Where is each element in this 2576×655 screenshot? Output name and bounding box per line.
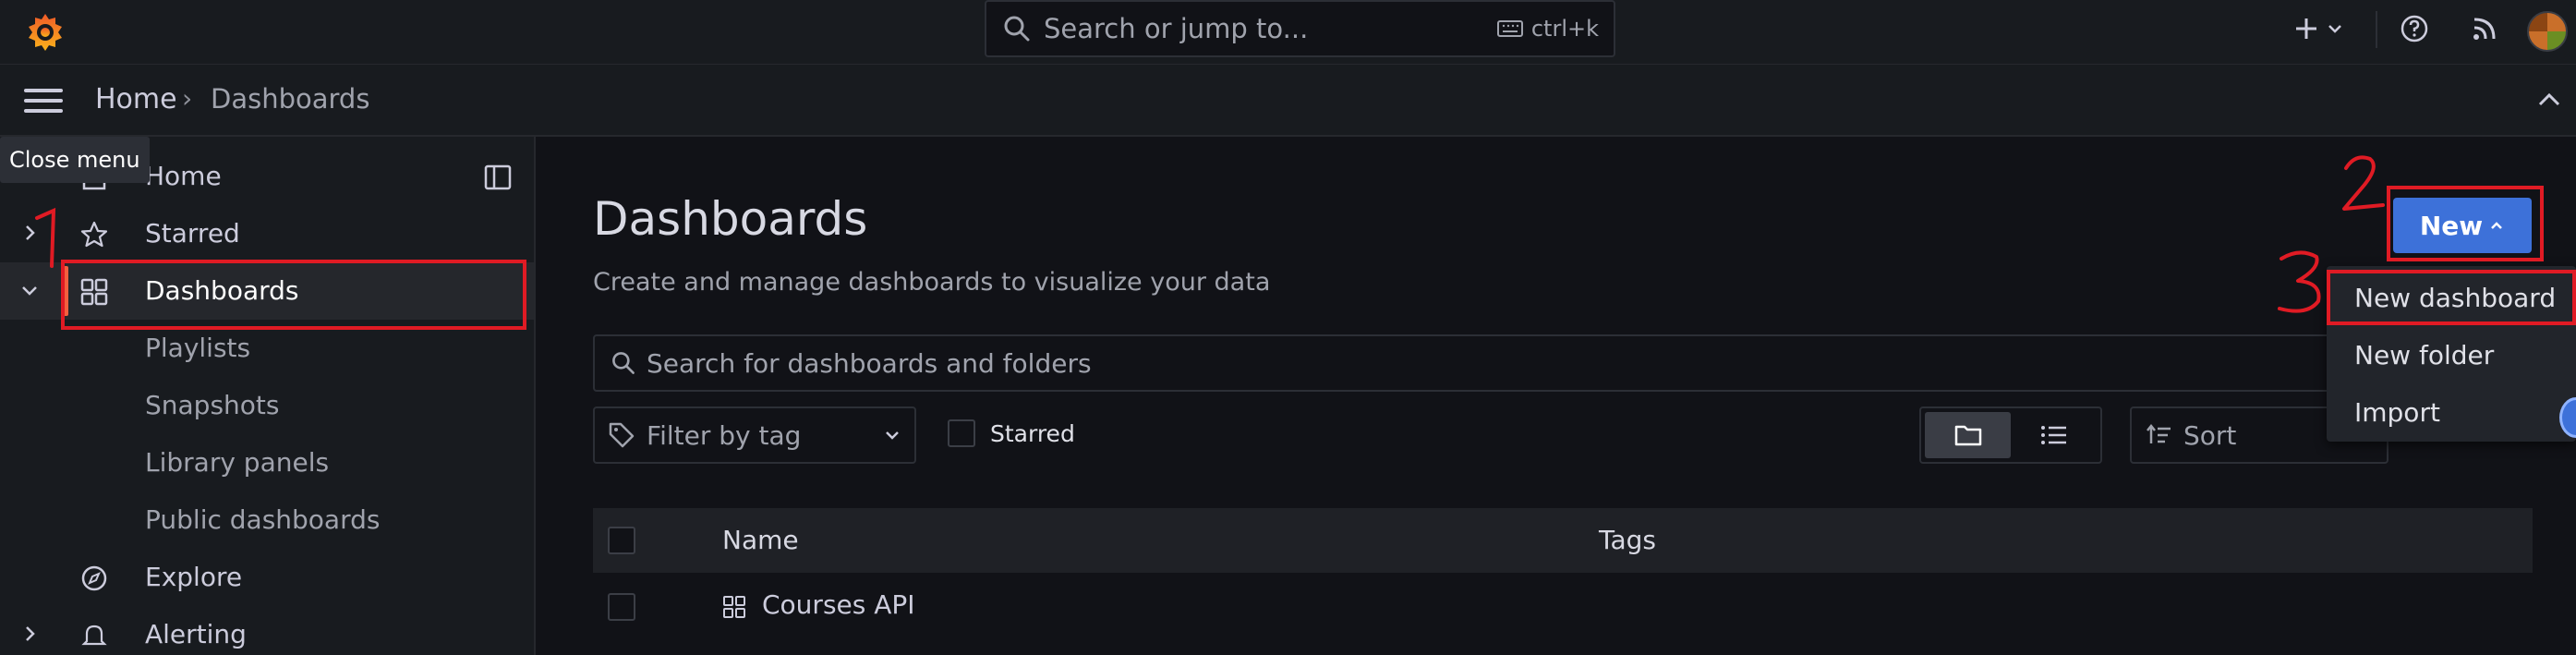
- sidebar-item-label: Explore: [145, 562, 243, 592]
- top-bar: Search or jump to... ctrl+k: [0, 0, 2576, 65]
- sidebar-item-label: Playlists: [145, 333, 251, 363]
- compass-icon: [81, 565, 107, 591]
- sidebar-item-label: Home: [145, 161, 222, 191]
- sort-placeholder: Sort: [2183, 419, 2237, 451]
- sidebar-item-alerting[interactable]: Alerting: [0, 606, 534, 655]
- menu-item-new-dashboard[interactable]: New dashboard: [2354, 283, 2556, 313]
- new-dropdown-menu: New dashboard New folder Import: [2327, 266, 2576, 442]
- news-feed-button[interactable]: [2471, 0, 2498, 57]
- breadcrumb-current: Dashboards: [211, 83, 370, 115]
- chevron-up-icon[interactable]: [2535, 89, 2563, 111]
- table-header: Name Tags: [593, 508, 2533, 573]
- select-all-checkbox[interactable]: [608, 527, 635, 554]
- keyboard-icon: [1496, 20, 1523, 37]
- menu-item-import[interactable]: Import: [2354, 397, 2440, 428]
- close-menu-tooltip: Close menu: [0, 137, 150, 183]
- list-icon: [2040, 426, 2066, 444]
- keyboard-shortcut: ctrl+k: [1496, 16, 1599, 42]
- avatar[interactable]: [2527, 11, 2568, 52]
- column-header-tags: Tags: [1599, 525, 1656, 555]
- view-toggle: [1919, 406, 2102, 464]
- new-button[interactable]: New: [2393, 198, 2532, 253]
- help-icon: [2401, 15, 2428, 42]
- sidebar-item-label: Snapshots: [145, 390, 280, 420]
- sidebar-item-starred[interactable]: Starred: [0, 205, 534, 262]
- sidebar-item-library-panels[interactable]: Library panels: [0, 434, 534, 491]
- dashboard-search-input[interactable]: Search for dashboards and folders: [593, 334, 2519, 392]
- help-button[interactable]: [2400, 0, 2429, 57]
- folder-view-button[interactable]: [1925, 412, 2011, 458]
- divider: [2376, 11, 2377, 48]
- search-icon: [612, 352, 635, 374]
- breadcrumb-separator: ›: [182, 83, 193, 114]
- starred-filter[interactable]: Starred: [948, 419, 1075, 447]
- row-checkbox[interactable]: [608, 593, 635, 621]
- table-row[interactable]: Courses API: [593, 573, 2533, 639]
- sidebar: Home Starred Dashboards Playlists Snapsh…: [0, 137, 536, 655]
- sidebar-item-playlists[interactable]: Playlists: [0, 320, 534, 377]
- star-icon: [80, 221, 108, 248]
- breadcrumb-home[interactable]: Home: [95, 83, 177, 115]
- page-title: Dashboards: [593, 192, 868, 246]
- sidebar-item-label: Library panels: [145, 447, 330, 478]
- tag-filter-placeholder: Filter by tag: [647, 419, 802, 451]
- sidebar-item-public-dashboards[interactable]: Public dashboards: [0, 491, 534, 549]
- add-menu-button[interactable]: [2292, 0, 2344, 57]
- breadcrumb-bar: Home › Dashboards: [0, 65, 2576, 137]
- tag-filter-select[interactable]: Filter by tag: [593, 406, 916, 464]
- list-view-button[interactable]: [2011, 412, 2097, 458]
- column-header-name[interactable]: Name: [722, 525, 799, 555]
- sidebar-item-snapshots[interactable]: Snapshots: [0, 377, 534, 434]
- sidebar-item-label: Public dashboards: [145, 504, 381, 535]
- sidebar-item-explore[interactable]: Explore: [0, 549, 534, 606]
- shortcut-label: ctrl+k: [1530, 16, 1599, 42]
- grafana-logo-icon[interactable]: [24, 11, 67, 54]
- tag-icon: [609, 422, 635, 448]
- chevron-right-icon[interactable]: [20, 224, 39, 242]
- sort-icon: [2147, 423, 2171, 443]
- new-button-label: New: [2419, 210, 2484, 241]
- folder-icon: [1954, 425, 1981, 446]
- starred-checkbox[interactable]: [948, 419, 975, 447]
- dashboard-name-link[interactable]: Courses API: [762, 589, 915, 620]
- sidebar-item-label: Starred: [145, 218, 240, 249]
- bell-icon: [81, 625, 107, 646]
- menu-item-new-folder[interactable]: New folder: [2354, 340, 2494, 370]
- sidebar-item-label: Alerting: [145, 619, 247, 649]
- search-icon: [1004, 16, 1030, 42]
- starred-label: Starred: [990, 419, 1075, 447]
- dashboard-search-placeholder: Search for dashboards and folders: [647, 347, 1092, 379]
- chevron-right-icon[interactable]: [20, 625, 39, 643]
- page-subtitle: Create and manage dashboards to visualiz…: [593, 268, 1271, 297]
- dashboard-icon: [723, 596, 745, 618]
- active-indicator: [63, 266, 68, 316]
- global-search-input[interactable]: Search or jump to... ctrl+k: [985, 0, 1615, 57]
- chevron-down-icon[interactable]: [20, 281, 39, 299]
- menu-icon[interactable]: [24, 87, 63, 115]
- main-content: Dashboards Create and manage dashboards …: [538, 137, 2576, 655]
- rss-icon: [2473, 18, 2496, 40]
- plus-icon: [2296, 18, 2316, 39]
- chevron-down-icon: [2328, 25, 2341, 33]
- chevron-down-icon: [886, 431, 899, 440]
- dashboards-grid-icon: [80, 278, 108, 306]
- sidebar-item-dashboards[interactable]: Dashboards: [0, 262, 534, 320]
- search-placeholder: Search or jump to...: [1044, 13, 1309, 44]
- chevron-up-icon: [2491, 222, 2503, 229]
- sidebar-item-label: Dashboards: [145, 275, 299, 306]
